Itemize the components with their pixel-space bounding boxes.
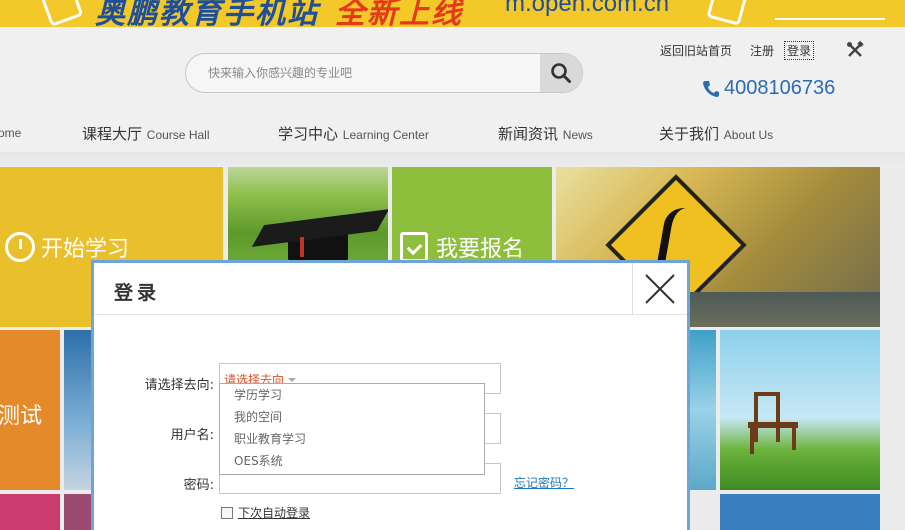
chair-image — [754, 392, 780, 442]
register-link[interactable]: 注册 — [750, 41, 774, 60]
tile-chair-image[interactable] — [720, 330, 880, 490]
direction-label: 请选择去向: — [144, 378, 214, 393]
site-header: 返回旧站首页 注册 登录 4008106736 ome 课程大厅 Course … — [0, 27, 905, 167]
tile-image-pink[interactable] — [0, 494, 60, 530]
chair-seat — [748, 422, 798, 428]
remember-me[interactable]: 下次自动登录 — [221, 504, 310, 521]
tile-test[interactable]: 测试 — [0, 330, 60, 490]
tile-image-teal[interactable] — [688, 330, 716, 490]
dropdown-option[interactable]: 职业教育学习 — [220, 428, 484, 450]
phone-graphic-icon — [40, 0, 84, 27]
search-button[interactable] — [540, 54, 582, 92]
nav-item-news[interactable]: 新闻资讯 News — [498, 123, 593, 144]
tile-graduation-image[interactable] — [228, 167, 388, 260]
nav-item-home[interactable]: ome — [0, 123, 21, 141]
nav-item-label: 新闻资讯 — [498, 125, 559, 143]
nav-item-label: 学习中心 — [278, 125, 339, 143]
dropdown-option[interactable]: 学历学习 — [220, 384, 484, 406]
remember-me-label[interactable]: 下次自动登录 — [238, 504, 310, 521]
hotline-number: 4008106736 — [724, 77, 836, 99]
nav-item-learning-center[interactable]: 学习中心 Learning Center — [278, 123, 429, 144]
phone-icon — [703, 80, 719, 97]
banner-url-text: m.open.com.cn — [505, 0, 670, 17]
chair-leg — [750, 426, 754, 454]
header-divider — [0, 152, 905, 167]
forgot-password-link[interactable]: 忘记密码？ — [514, 474, 574, 491]
login-link[interactable]: 登录 — [784, 41, 815, 60]
direction-dropdown: 学历学习 我的空间 职业教育学习 OES系统 — [219, 383, 485, 475]
nav-item-en: News — [562, 128, 593, 142]
old-home-link[interactable]: 返回旧站首页 — [660, 41, 732, 60]
top-links: 返回旧站首页 注册 登录 — [660, 41, 815, 60]
dropdown-option[interactable]: OES系统 — [220, 450, 484, 472]
close-button[interactable] — [632, 263, 687, 315]
tile-enroll[interactable]: 我要报名 — [392, 167, 552, 260]
password-label: 密码: — [183, 478, 214, 493]
banner-brand-text: 奥鹏教育手机站 — [95, 0, 319, 27]
phone-graphic-icon — [706, 0, 748, 26]
cap-tassel — [300, 237, 304, 257]
top-banner[interactable]: 奥鹏教育手机站 全新上线 m.open.com.cn — [0, 0, 905, 27]
nav-item-en: Course Hall — [146, 128, 210, 142]
nav-item-label: 课程大厅 — [82, 125, 143, 143]
tile-image-blue-bottom[interactable] — [720, 494, 880, 530]
hotline: 4008106736 — [703, 77, 835, 100]
search-input[interactable] — [186, 54, 542, 92]
nav-item-course-hall[interactable]: 课程大厅 Course Hall — [82, 123, 210, 144]
close-icon — [645, 274, 675, 304]
modal-header: 登录 — [94, 263, 687, 315]
modal-title: 登录 — [114, 282, 161, 304]
nav-item-label: 关于我们 — [659, 125, 720, 143]
clock-icon — [5, 232, 35, 262]
nav-item-en: About Us — [723, 128, 774, 142]
tile-label: 开始学习 — [41, 237, 130, 262]
clipboard-check-icon — [400, 232, 428, 260]
chevron-down-icon — [288, 377, 297, 382]
tile-image-blue[interactable] — [64, 330, 94, 490]
main-nav: ome 课程大厅 Course Hall 学习中心 Learning Cente… — [0, 123, 905, 145]
dropdown-option[interactable]: 我的空间 — [220, 406, 484, 428]
remember-me-checkbox[interactable] — [221, 506, 233, 519]
chair-leg — [792, 426, 796, 450]
tile-image-purple[interactable] — [64, 494, 94, 530]
search-icon — [551, 63, 571, 83]
username-label: 用户名: — [170, 428, 214, 443]
search-box — [185, 53, 583, 93]
login-modal: 登录 请选择去向: 请选择去向 用户名: 密码: 忘记密码？ 下次自动登录 学历… — [91, 260, 690, 530]
nav-item-en: Learning Center — [342, 128, 429, 142]
banner-divider — [775, 18, 885, 20]
tile-label: 我要报名 — [436, 237, 525, 260]
nav-item-home-en: ome — [0, 126, 22, 140]
tile-label: 测试 — [0, 404, 43, 429]
banner-accent-text: 全新上线 — [335, 0, 463, 27]
nav-item-about-us[interactable]: 关于我们 About Us — [659, 123, 773, 144]
tools-icon[interactable] — [846, 40, 864, 59]
